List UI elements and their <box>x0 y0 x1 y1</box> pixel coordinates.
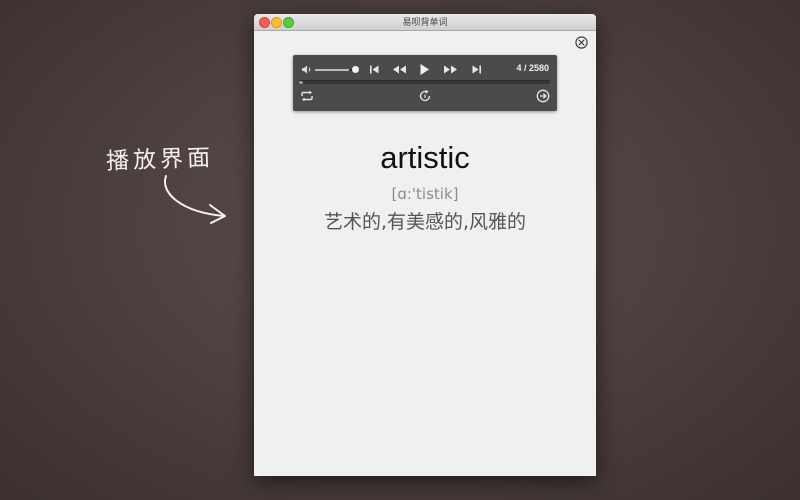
skip-back-icon[interactable] <box>369 64 380 75</box>
word-meaning: 艺术的,有美感的,风雅的 <box>323 211 527 233</box>
annotation-arrow-icon <box>163 175 226 224</box>
title-bar: 易呗背单词 <box>254 14 596 31</box>
skip-forward-icon[interactable] <box>471 64 482 75</box>
next-circle-icon[interactable] <box>536 89 550 103</box>
volume-knob[interactable] <box>352 66 359 73</box>
play-icon[interactable] <box>419 63 430 76</box>
phonetic-transcription: [ɑ:'tistik] <box>391 185 459 203</box>
app-window: 易呗背单词 4 / 2580 artistic [ɑ:'tistik] 艺术的,… <box>254 14 596 476</box>
volume-level <box>315 69 350 71</box>
rewind-icon[interactable] <box>392 64 407 75</box>
vocabulary-word: artistic <box>380 140 470 175</box>
audio-player: 4 / 2580 <box>293 55 557 111</box>
fast-forward-icon[interactable] <box>443 64 458 75</box>
repeat-icon[interactable] <box>300 90 314 102</box>
close-circle-icon[interactable] <box>575 36 588 49</box>
refresh-icon[interactable] <box>418 89 432 103</box>
word-counter: 4 / 2580 <box>516 63 549 73</box>
volume-slider[interactable] <box>315 69 353 71</box>
volume-icon[interactable] <box>301 64 313 75</box>
annotation-label: 播放界面 <box>105 145 215 175</box>
progress-fill <box>299 81 303 84</box>
window-title: 易呗背单词 <box>402 17 448 27</box>
progress-bar[interactable] <box>299 80 550 84</box>
